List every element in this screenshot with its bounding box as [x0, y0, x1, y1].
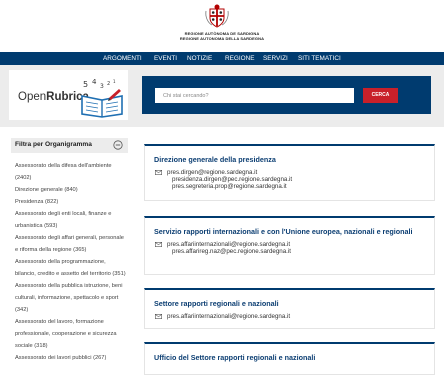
nav-regione[interactable]: REGIONE	[225, 52, 254, 65]
email-address[interactable]: pres.affarireg.naz@pec.regione.sardegna.…	[167, 248, 425, 255]
email-address[interactable]: pres.affariinternazionali@regione.sardeg…	[167, 241, 425, 248]
email-list: pres.affariinternazionali@regione.sardeg…	[145, 237, 434, 255]
nav-servizi[interactable]: SERVIZI	[263, 52, 288, 65]
main-nav: ARGOMENTI EVENTI NOTIZIE REGIONE SERVIZI…	[0, 52, 444, 65]
svg-text:5: 5	[83, 80, 88, 89]
openrubrica-logo[interactable]: OpenRubrica 5 4 3 2 1	[9, 70, 128, 120]
filter-item-enti-locali-cont[interactable]: urbanistica (593)	[11, 220, 128, 232]
filter-item-programmazione[interactable]: Assessorato della programmazione,	[11, 256, 128, 268]
email-address[interactable]: pres.affariinternazionali@regione.sardeg…	[167, 313, 425, 320]
office-title[interactable]: Ufficio del Settore rapporti regionali e…	[145, 344, 434, 363]
filter-item-affari-generali-cont[interactable]: e riforma della regione (365)	[11, 244, 128, 256]
filter-item-affari-generali[interactable]: Assessorato degli affari generali, perso…	[11, 232, 128, 244]
result-card: Servizio rapporti internazionali e con l…	[144, 216, 435, 275]
email-list: pres.affariinternazionali@regione.sardeg…	[145, 309, 434, 320]
filter-item-direzione-generale[interactable]: Direzione generale (840)	[11, 184, 128, 196]
svg-text:1: 1	[113, 79, 116, 84]
nav-argomenti[interactable]: ARGOMENTI	[103, 52, 142, 65]
email-address[interactable]: pres.dirgen@regione.sardegna.it	[167, 169, 425, 176]
svg-text:4: 4	[92, 78, 97, 86]
filter-item-pubblica-istruzione[interactable]: Assessorato della pubblica istruzione, b…	[11, 280, 128, 292]
filter-item-presidenza[interactable]: Presidenza (822)	[11, 196, 128, 208]
filter-item-ambiente[interactable]: Assessorato della difesa dell'ambiente	[11, 160, 128, 172]
email-address[interactable]: pres.segreteria.prop@regione.sardegna.it	[167, 183, 425, 190]
filter-item-lavoro-cont[interactable]: professionale, cooperazione e sicurezza	[11, 328, 128, 340]
filter-list: Assessorato della difesa dell'ambiente (…	[11, 160, 128, 364]
regional-emblem-icon	[205, 4, 229, 28]
nav-notizie[interactable]: NOTIZIE	[187, 52, 212, 65]
logo-text-open: Open	[18, 91, 47, 103]
office-title[interactable]: Servizio rapporti internazionali e con l…	[145, 218, 434, 237]
svg-text:3: 3	[100, 83, 104, 90]
open-book-icon: 5 4 3 2 1	[81, 78, 123, 118]
email-address[interactable]: presidenza.dirgen@pec.regione.sardegna.i…	[167, 176, 425, 183]
collapse-circle-minus-icon[interactable]	[113, 140, 123, 150]
result-card: Direzione generale della presidenza pres…	[144, 144, 435, 201]
nav-eventi[interactable]: EVENTI	[154, 52, 177, 65]
email-list: pres.dirgen@regione.sardegna.it presiden…	[145, 165, 434, 190]
envelope-icon	[155, 241, 162, 247]
filter-item-pubblica-istruzione-cont[interactable]: culturali, informazione, spettacolo e sp…	[11, 292, 128, 304]
region-name-italian: REGIONE AUTONOMA DELLA SARDEGNA	[179, 36, 265, 41]
filter-item-lavoro[interactable]: Assessorato del lavoro, formazione	[11, 316, 128, 328]
filter-title: Filtra per Organigramma	[15, 141, 92, 148]
filter-item-programmazione-cont[interactable]: bilancio, credito e assetto del territor…	[11, 268, 128, 280]
filter-item-lavori-pubblici[interactable]: Assessorato dei lavori pubblici (267)	[11, 352, 128, 364]
filter-item-ambiente-count[interactable]: (2402)	[11, 172, 128, 184]
result-card: Settore rapporti regionali e nazionali p…	[144, 288, 435, 329]
filter-item-lavoro-count[interactable]: sociale (318)	[11, 340, 128, 352]
search-input[interactable]	[155, 88, 354, 103]
filter-item-pubblica-istruzione-count[interactable]: (342)	[11, 304, 128, 316]
office-title[interactable]: Direzione generale della presidenza	[145, 146, 434, 165]
envelope-icon	[155, 313, 162, 319]
site-header: REGIONE AUTÒNOMA DE SARDIGNA REGIONE AUT…	[0, 0, 444, 48]
result-card: Ufficio del Settore rapporti regionali e…	[144, 342, 435, 375]
filter-item-enti-locali[interactable]: Assessorato degli enti locali, finanze e	[11, 208, 128, 220]
organigram-filter: Filtra per Organigramma Assessorato dell…	[11, 138, 128, 364]
search-button[interactable]: CERCA	[363, 88, 398, 103]
filter-header[interactable]: Filtra per Organigramma	[11, 138, 128, 153]
office-title[interactable]: Settore rapporti regionali e nazionali	[145, 290, 434, 309]
nav-siti-tematici[interactable]: SITI TEMATICI	[298, 52, 341, 65]
envelope-icon	[155, 169, 162, 175]
svg-text:2: 2	[107, 81, 110, 87]
